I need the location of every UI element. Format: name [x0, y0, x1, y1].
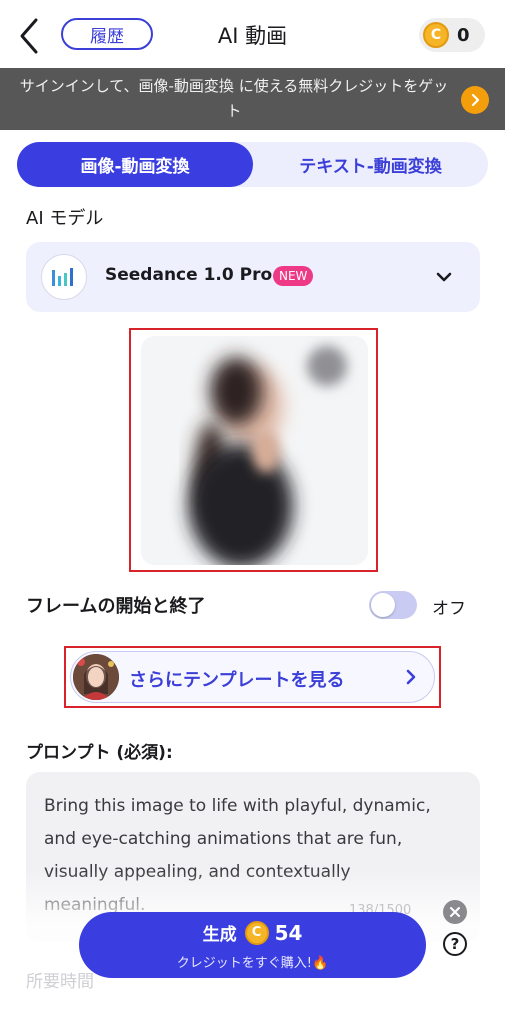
generate-cost: 54: [274, 920, 303, 945]
chevron-down-icon: [436, 272, 452, 282]
chevron-right-icon: [406, 669, 416, 685]
mode-tabs: 画像-動画変換 テキスト-動画変換: [17, 142, 488, 187]
generate-row: 生成 C 54: [79, 920, 426, 945]
more-templates-button[interactable]: さらにテンプレートを見る: [70, 651, 435, 703]
model-dropdown[interactable]: Seedance 1.0 Pro NEW: [26, 242, 480, 312]
close-icon[interactable]: [443, 900, 467, 924]
buy-credits-label: クレジットをすぐ購入!🔥: [176, 956, 329, 971]
credit-count: 0: [457, 24, 470, 46]
banner-arrow-button[interactable]: [461, 86, 489, 114]
credit-balance[interactable]: C 0: [419, 18, 485, 52]
generate-label: 生成: [202, 925, 237, 945]
tab-text-to-video[interactable]: テキスト-動画変換: [253, 142, 488, 187]
frames-toggle[interactable]: [369, 591, 417, 619]
top-bar: 履歴 AI 動画 C 0: [0, 0, 505, 68]
frames-label: フレームの開始と終了: [26, 596, 206, 617]
coin-icon: C: [244, 920, 269, 945]
toggle-knob: [371, 593, 395, 617]
tab-image-to-video[interactable]: 画像-動画変換: [17, 142, 253, 187]
banner-text: サインインして、画像-動画変換 に使える無料クレジットをゲット: [19, 77, 449, 120]
prompt-label: プロンプト (必須):: [26, 743, 173, 763]
new-badge: NEW: [273, 266, 314, 286]
model-name: Seedance 1.0 Pro: [105, 265, 273, 285]
model-logo-icon: [41, 254, 87, 300]
templates-highlight: さらにテンプレートを見る: [64, 646, 441, 708]
coin-icon: C: [423, 22, 449, 48]
uploaded-image-frame[interactable]: [129, 328, 378, 572]
model-section-label: AI モデル: [26, 208, 104, 229]
chevron-right-icon: [471, 93, 480, 107]
ai-video-screen: 履歴 AI 動画 C 0 サインインして、画像-動画変換 に使える無料クレジット…: [0, 0, 505, 1024]
uploaded-image-preview: [141, 336, 368, 565]
signin-banner[interactable]: サインインして、画像-動画変換 に使える無料クレジットをゲット: [0, 68, 505, 130]
frames-toggle-state: オフ: [432, 599, 466, 619]
help-icon[interactable]: ?: [443, 932, 467, 956]
more-templates-label: さらにテンプレートを見る: [129, 670, 345, 691]
generate-button[interactable]: 生成 C 54 クレジットをすぐ購入!🔥: [79, 912, 426, 978]
template-thumbnail: [73, 654, 119, 700]
